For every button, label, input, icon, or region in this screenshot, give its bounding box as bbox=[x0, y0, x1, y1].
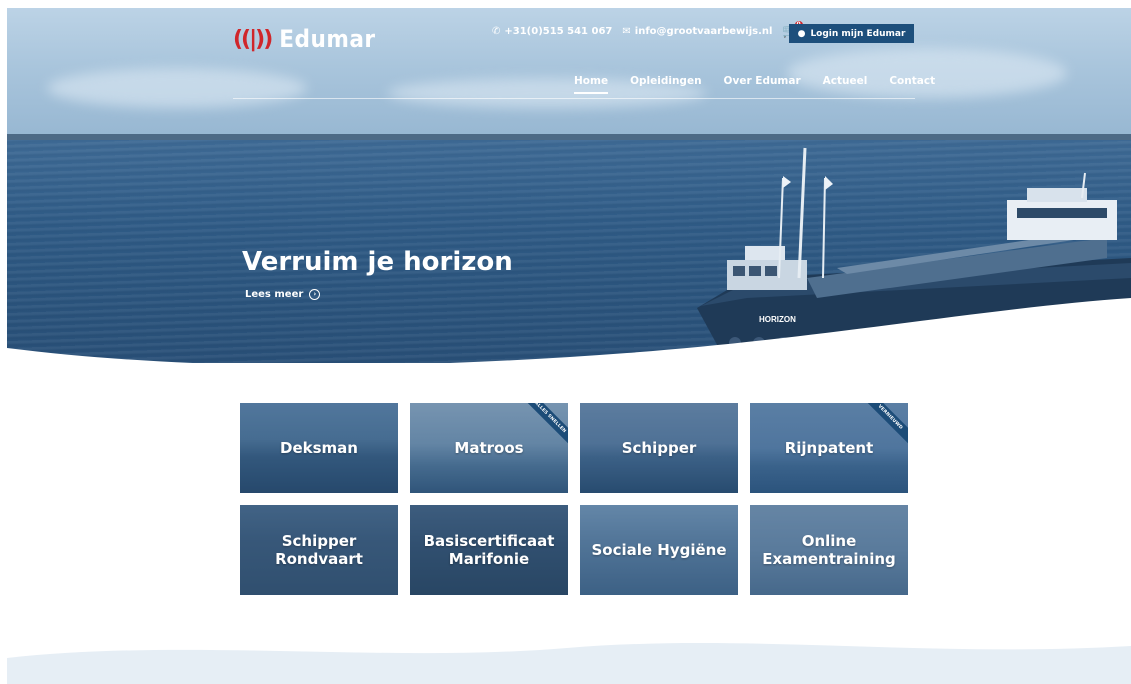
contact-bar: ✆ +31(0)515 541 067 ✉ info@grootvaarbewi… bbox=[492, 21, 803, 39]
login-label: Login mijn Edumar bbox=[810, 28, 906, 39]
hero-title: Verruim je horizon bbox=[242, 247, 513, 277]
mail-icon: ✉ bbox=[622, 26, 631, 37]
logo-mark: ((|)) bbox=[233, 26, 273, 52]
phone-icon: ✆ bbox=[492, 26, 501, 37]
course-label: Basiscertificaat Marifonie bbox=[423, 532, 555, 568]
course-tile-rijnpatent[interactable]: Rijnpatent VERNIEUWD bbox=[750, 403, 908, 493]
login-button[interactable]: ● Login mijn Edumar bbox=[789, 24, 914, 43]
course-grid: Deksman Matroos ALLES SNELLEN Schipper R… bbox=[240, 403, 910, 595]
course-tile-online-examentraining[interactable]: Online Examentraining bbox=[750, 505, 908, 595]
nav-opleidingen[interactable]: Opleidingen bbox=[630, 75, 701, 87]
main-nav: Home Opleidingen Over Edumar Actueel Con… bbox=[574, 75, 935, 94]
course-label: Rijnpatent bbox=[784, 439, 874, 457]
course-label: Schipper Rondvaart bbox=[275, 532, 363, 568]
email-address: info@grootvaarbewijs.nl bbox=[634, 26, 773, 37]
course-label: Schipper bbox=[621, 439, 697, 457]
arrow-circle-icon: › bbox=[309, 289, 321, 300]
nav-divider bbox=[233, 98, 915, 99]
email-link[interactable]: ✉ info@grootvaarbewijs.nl bbox=[622, 26, 772, 37]
logo[interactable]: ((|)) Edumar bbox=[233, 25, 376, 53]
phone-link[interactable]: ✆ +31(0)515 541 067 bbox=[492, 26, 612, 37]
course-tile-schipper-rondvaart[interactable]: Schipper Rondvaart bbox=[240, 505, 398, 595]
hero-wave-divider bbox=[7, 298, 1131, 363]
course-tile-marifonie[interactable]: Basiscertificaat Marifonie bbox=[410, 505, 568, 595]
course-tile-matroos[interactable]: Matroos ALLES SNELLEN bbox=[410, 403, 568, 493]
course-label: Sociale Hygiëne bbox=[591, 541, 727, 559]
nav-actueel[interactable]: Actueel bbox=[823, 75, 868, 87]
course-label: Online Examentraining bbox=[762, 532, 896, 568]
course-tile-sociale-hygiene[interactable]: Sociale Hygiëne bbox=[580, 505, 738, 595]
user-icon: ● bbox=[797, 28, 806, 39]
nav-over-edumar[interactable]: Over Edumar bbox=[724, 75, 801, 87]
course-label: Matroos bbox=[454, 439, 524, 457]
nav-contact[interactable]: Contact bbox=[889, 75, 935, 87]
footer-wave bbox=[7, 643, 1131, 684]
course-label: Deksman bbox=[280, 439, 358, 457]
read-more-label: Lees meer bbox=[245, 289, 304, 300]
course-tile-schipper[interactable]: Schipper bbox=[580, 403, 738, 493]
hero-banner: HORIZON bbox=[7, 8, 1131, 363]
phone-number: +31(0)515 541 067 bbox=[504, 26, 613, 37]
course-tile-deksman[interactable]: Deksman bbox=[240, 403, 398, 493]
nav-home[interactable]: Home bbox=[574, 75, 609, 94]
read-more-link[interactable]: Lees meer › bbox=[245, 289, 321, 300]
logo-text: Edumar bbox=[279, 25, 376, 53]
